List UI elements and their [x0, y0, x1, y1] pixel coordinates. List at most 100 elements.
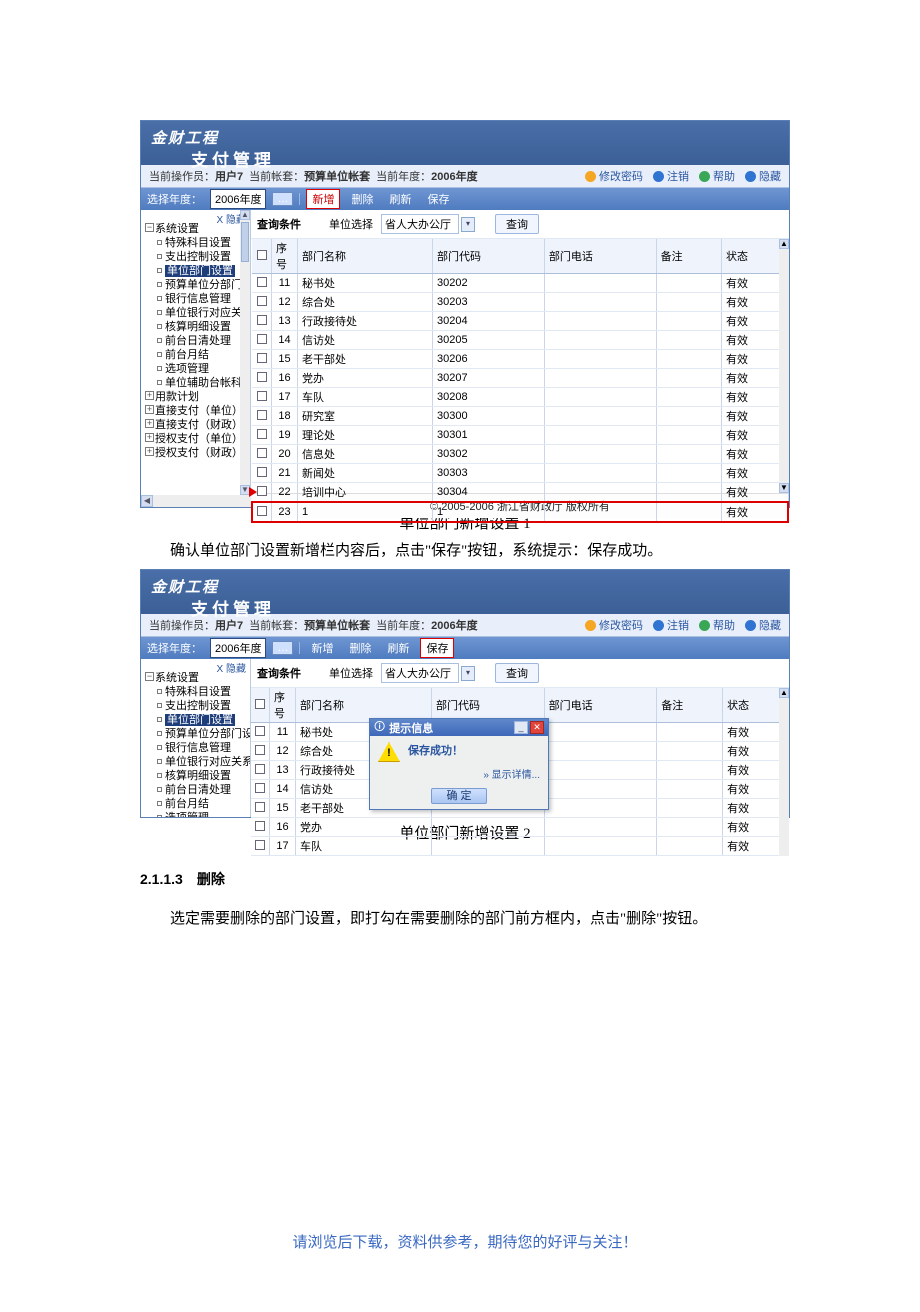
tree-item[interactable]: 特殊科目设置	[165, 237, 231, 249]
table-row[interactable]: 15老干部处30206有效	[252, 350, 788, 369]
tree-item[interactable]: 选项管理	[165, 812, 209, 817]
tree-item[interactable]: 银行信息管理	[165, 742, 231, 754]
row-checkbox[interactable]	[257, 277, 267, 287]
tree-item[interactable]: 单位辅助台帐科目设置	[165, 377, 251, 389]
table-row[interactable]: 16党办有效	[251, 818, 789, 837]
table-row[interactable]: 17车队30208有效	[252, 388, 788, 407]
tree-item[interactable]: 直接支付（财政）	[155, 419, 243, 431]
table-row[interactable]: 12综合处30203有效	[252, 293, 788, 312]
save-button[interactable]: 保存	[420, 638, 454, 658]
table-row[interactable]: 17车队有效	[251, 837, 789, 856]
tree-item[interactable]: 核算明细设置	[165, 770, 231, 782]
row-checkbox[interactable]	[255, 726, 265, 736]
new-row[interactable]: 2311有效	[252, 502, 788, 522]
table-row[interactable]: 22培训中心30304有效	[252, 483, 788, 503]
row-checkbox[interactable]	[257, 429, 267, 439]
row-checkbox[interactable]	[257, 334, 267, 344]
scroll-up-icon[interactable]: ▲	[240, 210, 250, 220]
show-detail-link[interactable]: » 显示详情...	[483, 770, 540, 781]
tree-item[interactable]: 支出控制设置	[165, 700, 231, 712]
scroll-up-icon[interactable]: ▲	[779, 239, 789, 249]
tree-item[interactable]: 银行信息管理	[165, 293, 231, 305]
tree-item[interactable]: 预算单位分部门设置	[165, 728, 251, 740]
tree-item[interactable]: 前台月结	[165, 349, 209, 361]
tree-item[interactable]: 支出控制设置	[165, 251, 231, 263]
tree-item[interactable]: 单位部门设置	[165, 265, 235, 277]
table-row[interactable]: 11秘书处30202有效	[252, 274, 788, 293]
unit-field[interactable]: 省人大办公厅	[381, 663, 459, 683]
year-select[interactable]: 2006年度	[210, 189, 266, 209]
unit-picker-button[interactable]: ▾	[461, 217, 475, 232]
tree-item[interactable]: 预算单位分部门设置	[165, 279, 251, 291]
tree-root[interactable]: 系统设置	[155, 672, 199, 684]
tree-toggle[interactable]: −	[145, 672, 154, 681]
row-checkbox[interactable]	[257, 315, 267, 325]
table-row[interactable]: 19理论处30301有效	[252, 426, 788, 445]
row-checkbox[interactable]	[257, 391, 267, 401]
tree-item[interactable]: 授权支付（单位）	[155, 433, 243, 445]
query-button[interactable]: 查询	[495, 214, 539, 234]
tree-toggle[interactable]: +	[145, 447, 154, 456]
row-checkbox[interactable]	[257, 353, 267, 363]
row-checkbox[interactable]	[255, 840, 265, 850]
tree-item[interactable]: 前台日清处理	[165, 784, 231, 796]
delete-button[interactable]: 删除	[346, 190, 378, 208]
refresh-button[interactable]: 刷新	[384, 190, 416, 208]
tree-item[interactable]: 单位银行对应关系设置	[165, 756, 251, 768]
row-checkbox[interactable]	[257, 296, 267, 306]
grid-vscroll[interactable]: ▲ ▼	[779, 239, 789, 493]
scroll-up-icon[interactable]: ▲	[779, 688, 789, 698]
refresh-button[interactable]: 刷新	[382, 639, 414, 657]
tree-item[interactable]: 授权支付（财政）	[155, 447, 243, 459]
tree-item[interactable]: 核算明细设置	[165, 321, 231, 333]
tree-item[interactable]: 单位银行对应关系设置	[165, 307, 251, 319]
delete-button[interactable]: 删除	[344, 639, 376, 657]
tree-item[interactable]: 单位部门设置	[165, 714, 235, 726]
tree-item[interactable]: 用款计划	[155, 391, 199, 403]
grid-vscroll[interactable]: ▲	[779, 688, 789, 856]
row-checkbox[interactable]	[257, 506, 267, 516]
tree-toggle[interactable]: +	[145, 419, 154, 428]
tree-toggle[interactable]: +	[145, 391, 154, 400]
year-picker-button[interactable]: …	[272, 641, 293, 655]
year-picker-button[interactable]: …	[272, 192, 293, 206]
scroll-thumb[interactable]	[241, 222, 249, 262]
tree-toggle[interactable]: +	[145, 405, 154, 414]
row-checkbox[interactable]	[255, 802, 265, 812]
tree-root[interactable]: 系统设置	[155, 223, 199, 235]
table-row[interactable]: 16党办30207有效	[252, 369, 788, 388]
tree-item[interactable]: 选项管理	[165, 363, 209, 375]
scroll-left-icon[interactable]: ◀	[141, 495, 153, 507]
query-button[interactable]: 查询	[495, 663, 539, 683]
row-checkbox[interactable]	[257, 410, 267, 420]
tree-toggle[interactable]: +	[145, 433, 154, 442]
row-checkbox[interactable]	[257, 486, 267, 496]
tree-item[interactable]: 直接支付（单位）	[155, 405, 243, 417]
table-row[interactable]: 18研究室30300有效	[252, 407, 788, 426]
row-checkbox[interactable]	[255, 821, 265, 831]
table-row[interactable]: 21新闻处30303有效	[252, 464, 788, 483]
tree-vscroll[interactable]: ▲ ▼	[240, 210, 250, 495]
save-button[interactable]: 保存	[422, 190, 454, 208]
unit-picker-button[interactable]: ▾	[461, 666, 475, 681]
dialog-ok-button[interactable]: 确 定	[431, 788, 486, 804]
add-button[interactable]: 新增	[306, 189, 340, 209]
dialog-minimize-button[interactable]: _	[514, 721, 528, 734]
select-all-checkbox[interactable]	[255, 699, 265, 709]
select-all-checkbox[interactable]	[257, 250, 267, 260]
dialog-close-button[interactable]: ✕	[530, 721, 544, 734]
row-checkbox[interactable]	[255, 764, 265, 774]
add-button[interactable]: 新增	[306, 639, 338, 657]
unit-field[interactable]: 省人大办公厅	[381, 214, 459, 234]
tree-item[interactable]: 特殊科目设置	[165, 686, 231, 698]
tree-toggle[interactable]: −	[145, 223, 154, 232]
row-checkbox[interactable]	[257, 448, 267, 458]
scroll-down-icon[interactable]: ▼	[779, 483, 789, 493]
year-select[interactable]: 2006年度	[210, 638, 266, 658]
table-row[interactable]: 14信访处30205有效	[252, 331, 788, 350]
row-checkbox[interactable]	[257, 467, 267, 477]
table-row[interactable]: 13行政接待处30204有效	[252, 312, 788, 331]
row-checkbox[interactable]	[255, 783, 265, 793]
table-row[interactable]: 20信息处30302有效	[252, 445, 788, 464]
row-checkbox[interactable]	[255, 745, 265, 755]
